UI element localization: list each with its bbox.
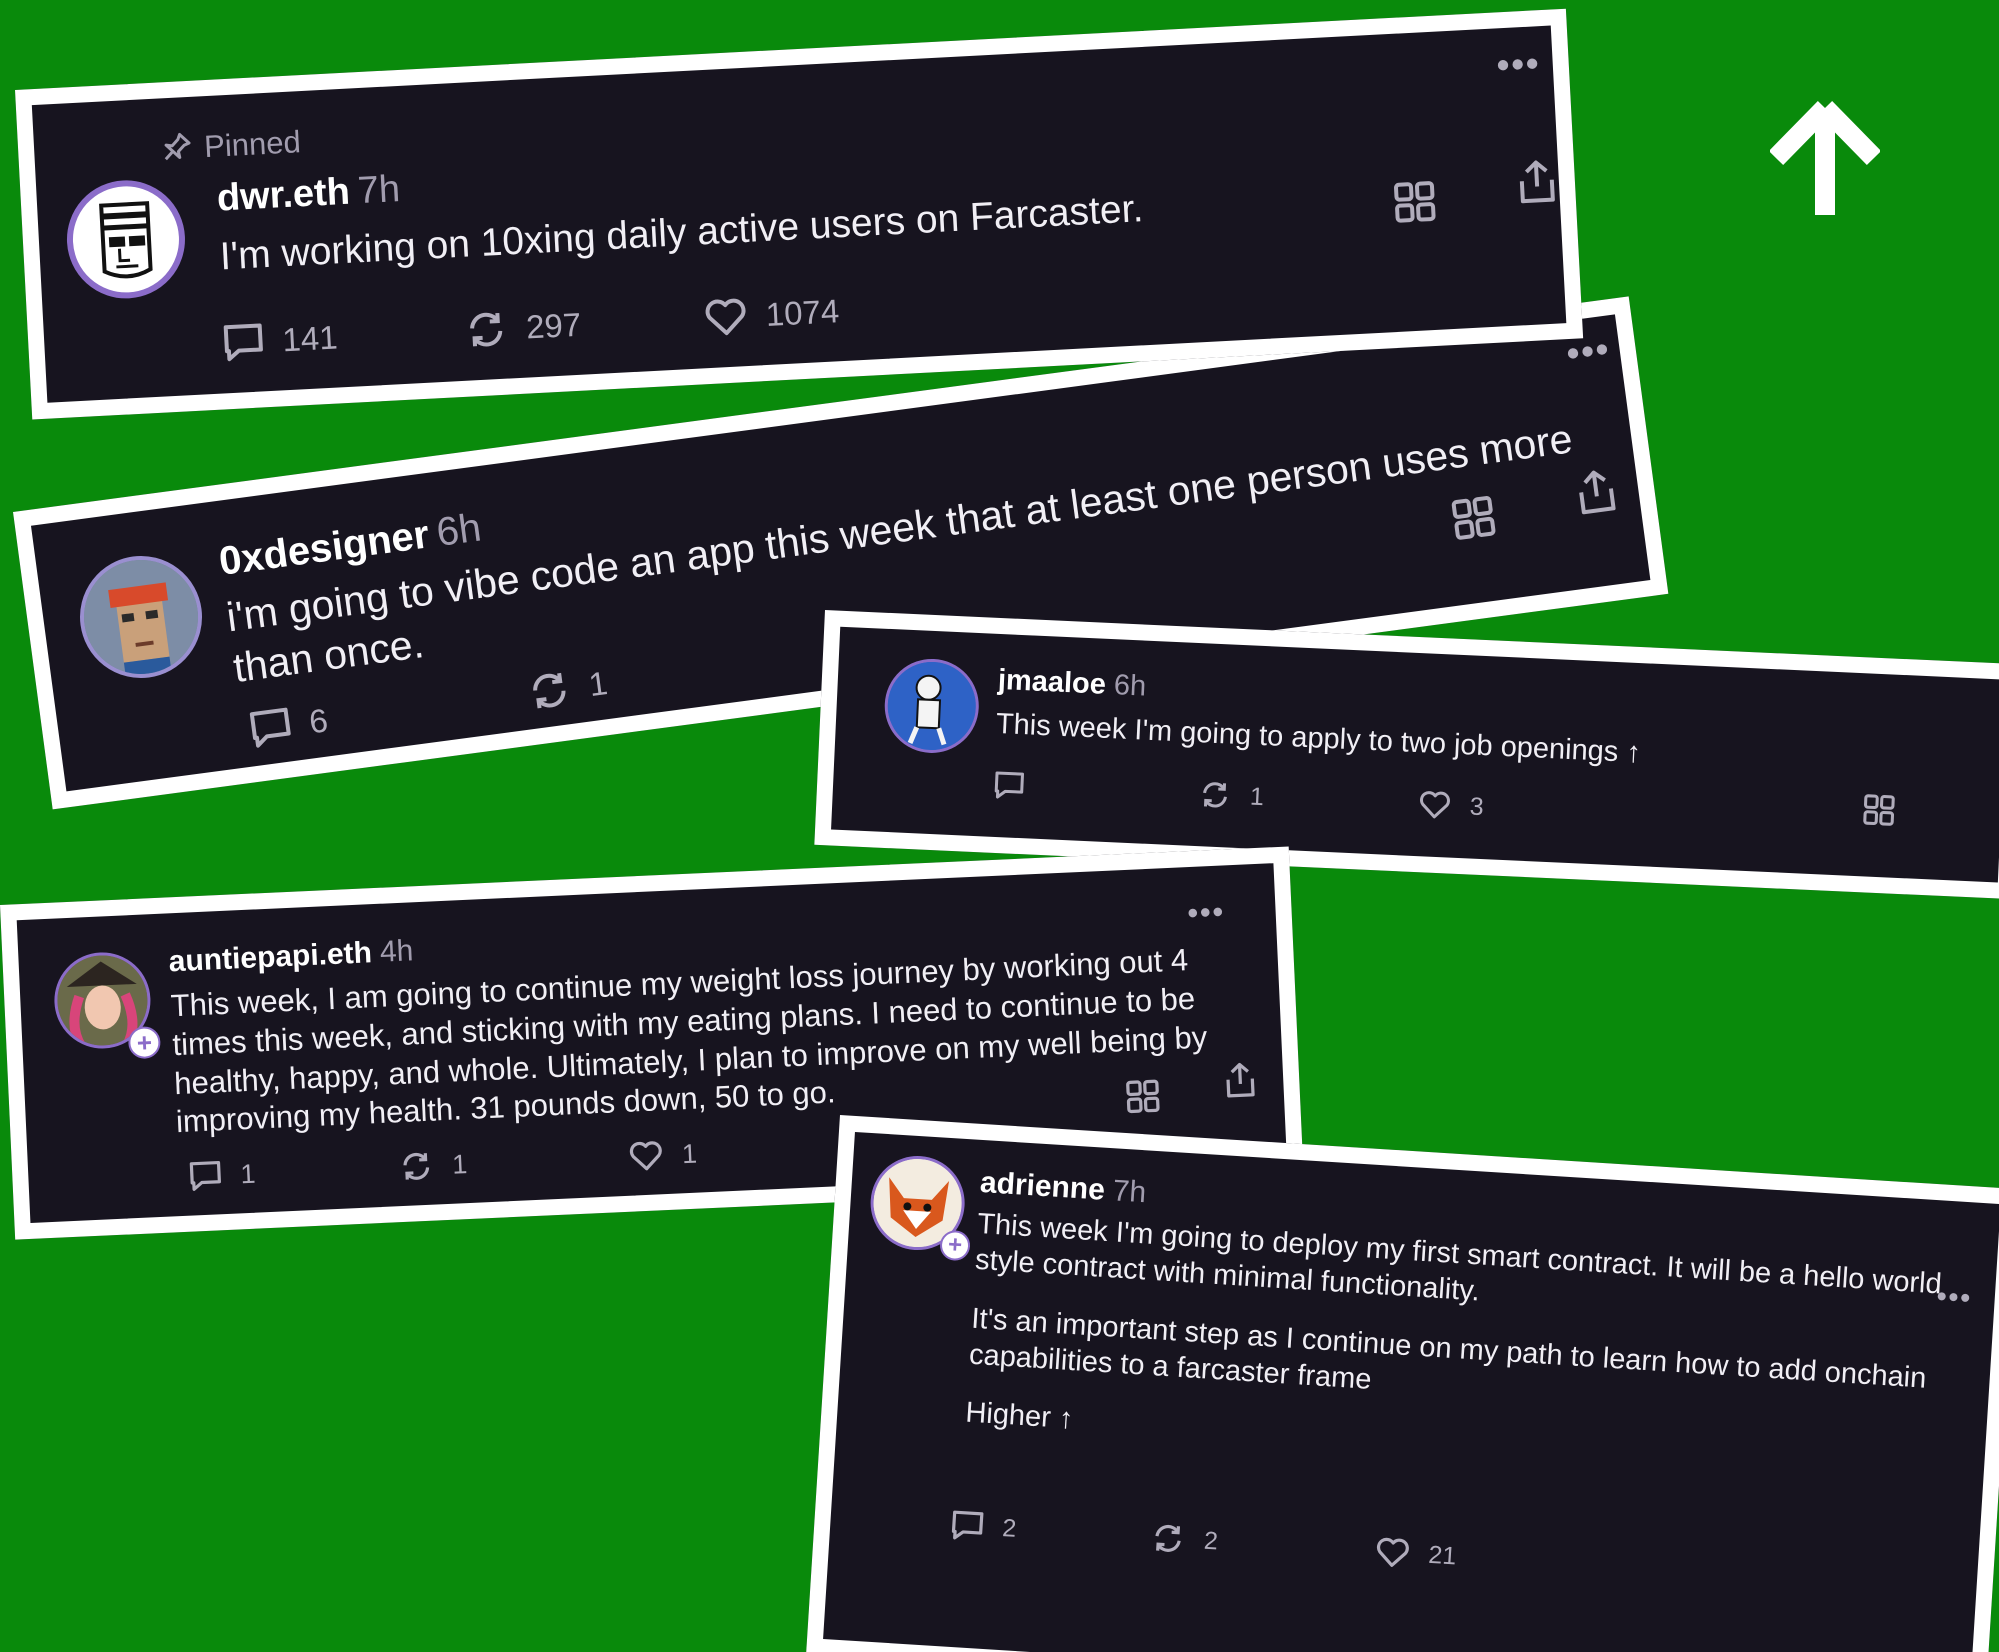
comment-icon [994, 771, 1025, 799]
recast-icon [1155, 1524, 1181, 1552]
recast-button[interactable]: 2 [1149, 1521, 1219, 1557]
heart-icon [1420, 791, 1450, 819]
avatar[interactable] [63, 177, 188, 302]
follow-plus-icon[interactable]: + [939, 1229, 971, 1262]
author-handle[interactable]: jmaaloe [997, 664, 1106, 701]
post-text: This week I'm going to deploy my first s… [963, 1206, 1997, 1517]
recast-count: 2 [1203, 1526, 1219, 1556]
author-handle[interactable]: dwr.eth [216, 171, 351, 220]
share-icon[interactable] [1222, 1060, 1258, 1100]
post-text: This week I'm going to apply to two job … [995, 707, 1642, 770]
post-time: 6h [1113, 669, 1147, 703]
comment-icon [223, 323, 263, 362]
like-button[interactable]: 21 [1374, 1535, 1458, 1572]
post-header: adrienne 7h [979, 1164, 1147, 1212]
like-count: 1 [681, 1138, 698, 1169]
post-card[interactable]: jmaaloe 6h This week I'm going to apply t… [814, 610, 1999, 900]
reply-button[interactable] [993, 770, 1044, 802]
drawing-avatar-icon [885, 659, 978, 752]
follow-plus-icon[interactable]: + [127, 1025, 162, 1060]
reply-count: 1 [239, 1158, 257, 1189]
post-time: 6h [433, 505, 484, 555]
more-options-icon[interactable]: ••• [1936, 1280, 1973, 1314]
avatar[interactable] [72, 548, 210, 686]
reply-button[interactable]: 6 [247, 700, 330, 750]
like-count: 3 [1469, 791, 1485, 821]
recast-button[interactable]: 1 [525, 663, 610, 713]
reply-button[interactable]: 141 [222, 317, 339, 363]
reply-count: 6 [306, 701, 331, 741]
avatar[interactable] [882, 656, 981, 756]
post-time: 7h [1111, 1174, 1148, 1210]
share-icon[interactable] [1515, 157, 1559, 205]
grid-icon[interactable] [1862, 793, 1895, 826]
like-button[interactable]: 1074 [703, 291, 840, 338]
more-options-icon[interactable]: ••• [1496, 42, 1542, 86]
grid-icon[interactable] [1125, 1079, 1161, 1115]
recast-button[interactable]: 1 [398, 1148, 468, 1183]
collage: 0xdesigner6h i'm going to vibe code an a… [0, 0, 1999, 1652]
comment-icon [249, 707, 291, 748]
recast-count: 297 [525, 305, 583, 346]
reply-button[interactable]: 1 [188, 1158, 256, 1193]
recast-icon [470, 312, 503, 347]
like-count: 21 [1427, 1540, 1458, 1571]
like-button[interactable]: 3 [1417, 789, 1484, 822]
post-header: auntiepapi.eth 4h [168, 932, 414, 981]
more-options-icon[interactable]: ••• [1187, 895, 1226, 931]
post-time: 4h [379, 934, 414, 969]
recast-count: 1 [586, 664, 610, 704]
pin-icon [164, 132, 191, 161]
recast-button[interactable]: 1 [1197, 779, 1265, 812]
grid-icon[interactable] [1393, 180, 1437, 224]
post-time: 7h [356, 168, 402, 213]
reply-count: 2 [1001, 1513, 1018, 1543]
recast-icon [403, 1152, 430, 1180]
recast-icon [1203, 782, 1227, 808]
grid-icon[interactable] [1450, 494, 1497, 541]
sketch-face-icon [99, 201, 153, 279]
like-count: 1074 [764, 292, 841, 333]
recast-count: 1 [1249, 781, 1265, 811]
reply-count: 141 [281, 318, 339, 359]
comment-icon [189, 1160, 221, 1191]
post-card[interactable]: + adrienne 7h This week I'm going to depl… [806, 1115, 1999, 1652]
recast-count: 1 [451, 1148, 468, 1180]
heart-icon [629, 1141, 662, 1171]
heart-icon [705, 298, 746, 336]
share-icon[interactable] [1572, 466, 1620, 517]
author-handle[interactable]: auntiepapi.eth [168, 936, 373, 978]
recast-icon [533, 672, 566, 709]
reply-button[interactable]: 2 [949, 1509, 1017, 1545]
like-button[interactable]: 1 [627, 1138, 698, 1173]
recast-button[interactable]: 297 [463, 305, 582, 351]
heart-icon [1376, 1537, 1409, 1567]
pixel-face-icon [76, 552, 206, 682]
post-header: jmaaloe 6h [997, 662, 1147, 705]
post-header: dwr.eth 7h [216, 166, 402, 223]
pinned-label: Pinned [203, 124, 302, 165]
up-arrow-icon [1770, 101, 1880, 215]
comment-icon [951, 1510, 984, 1540]
author-handle[interactable]: adrienne [979, 1166, 1106, 1207]
